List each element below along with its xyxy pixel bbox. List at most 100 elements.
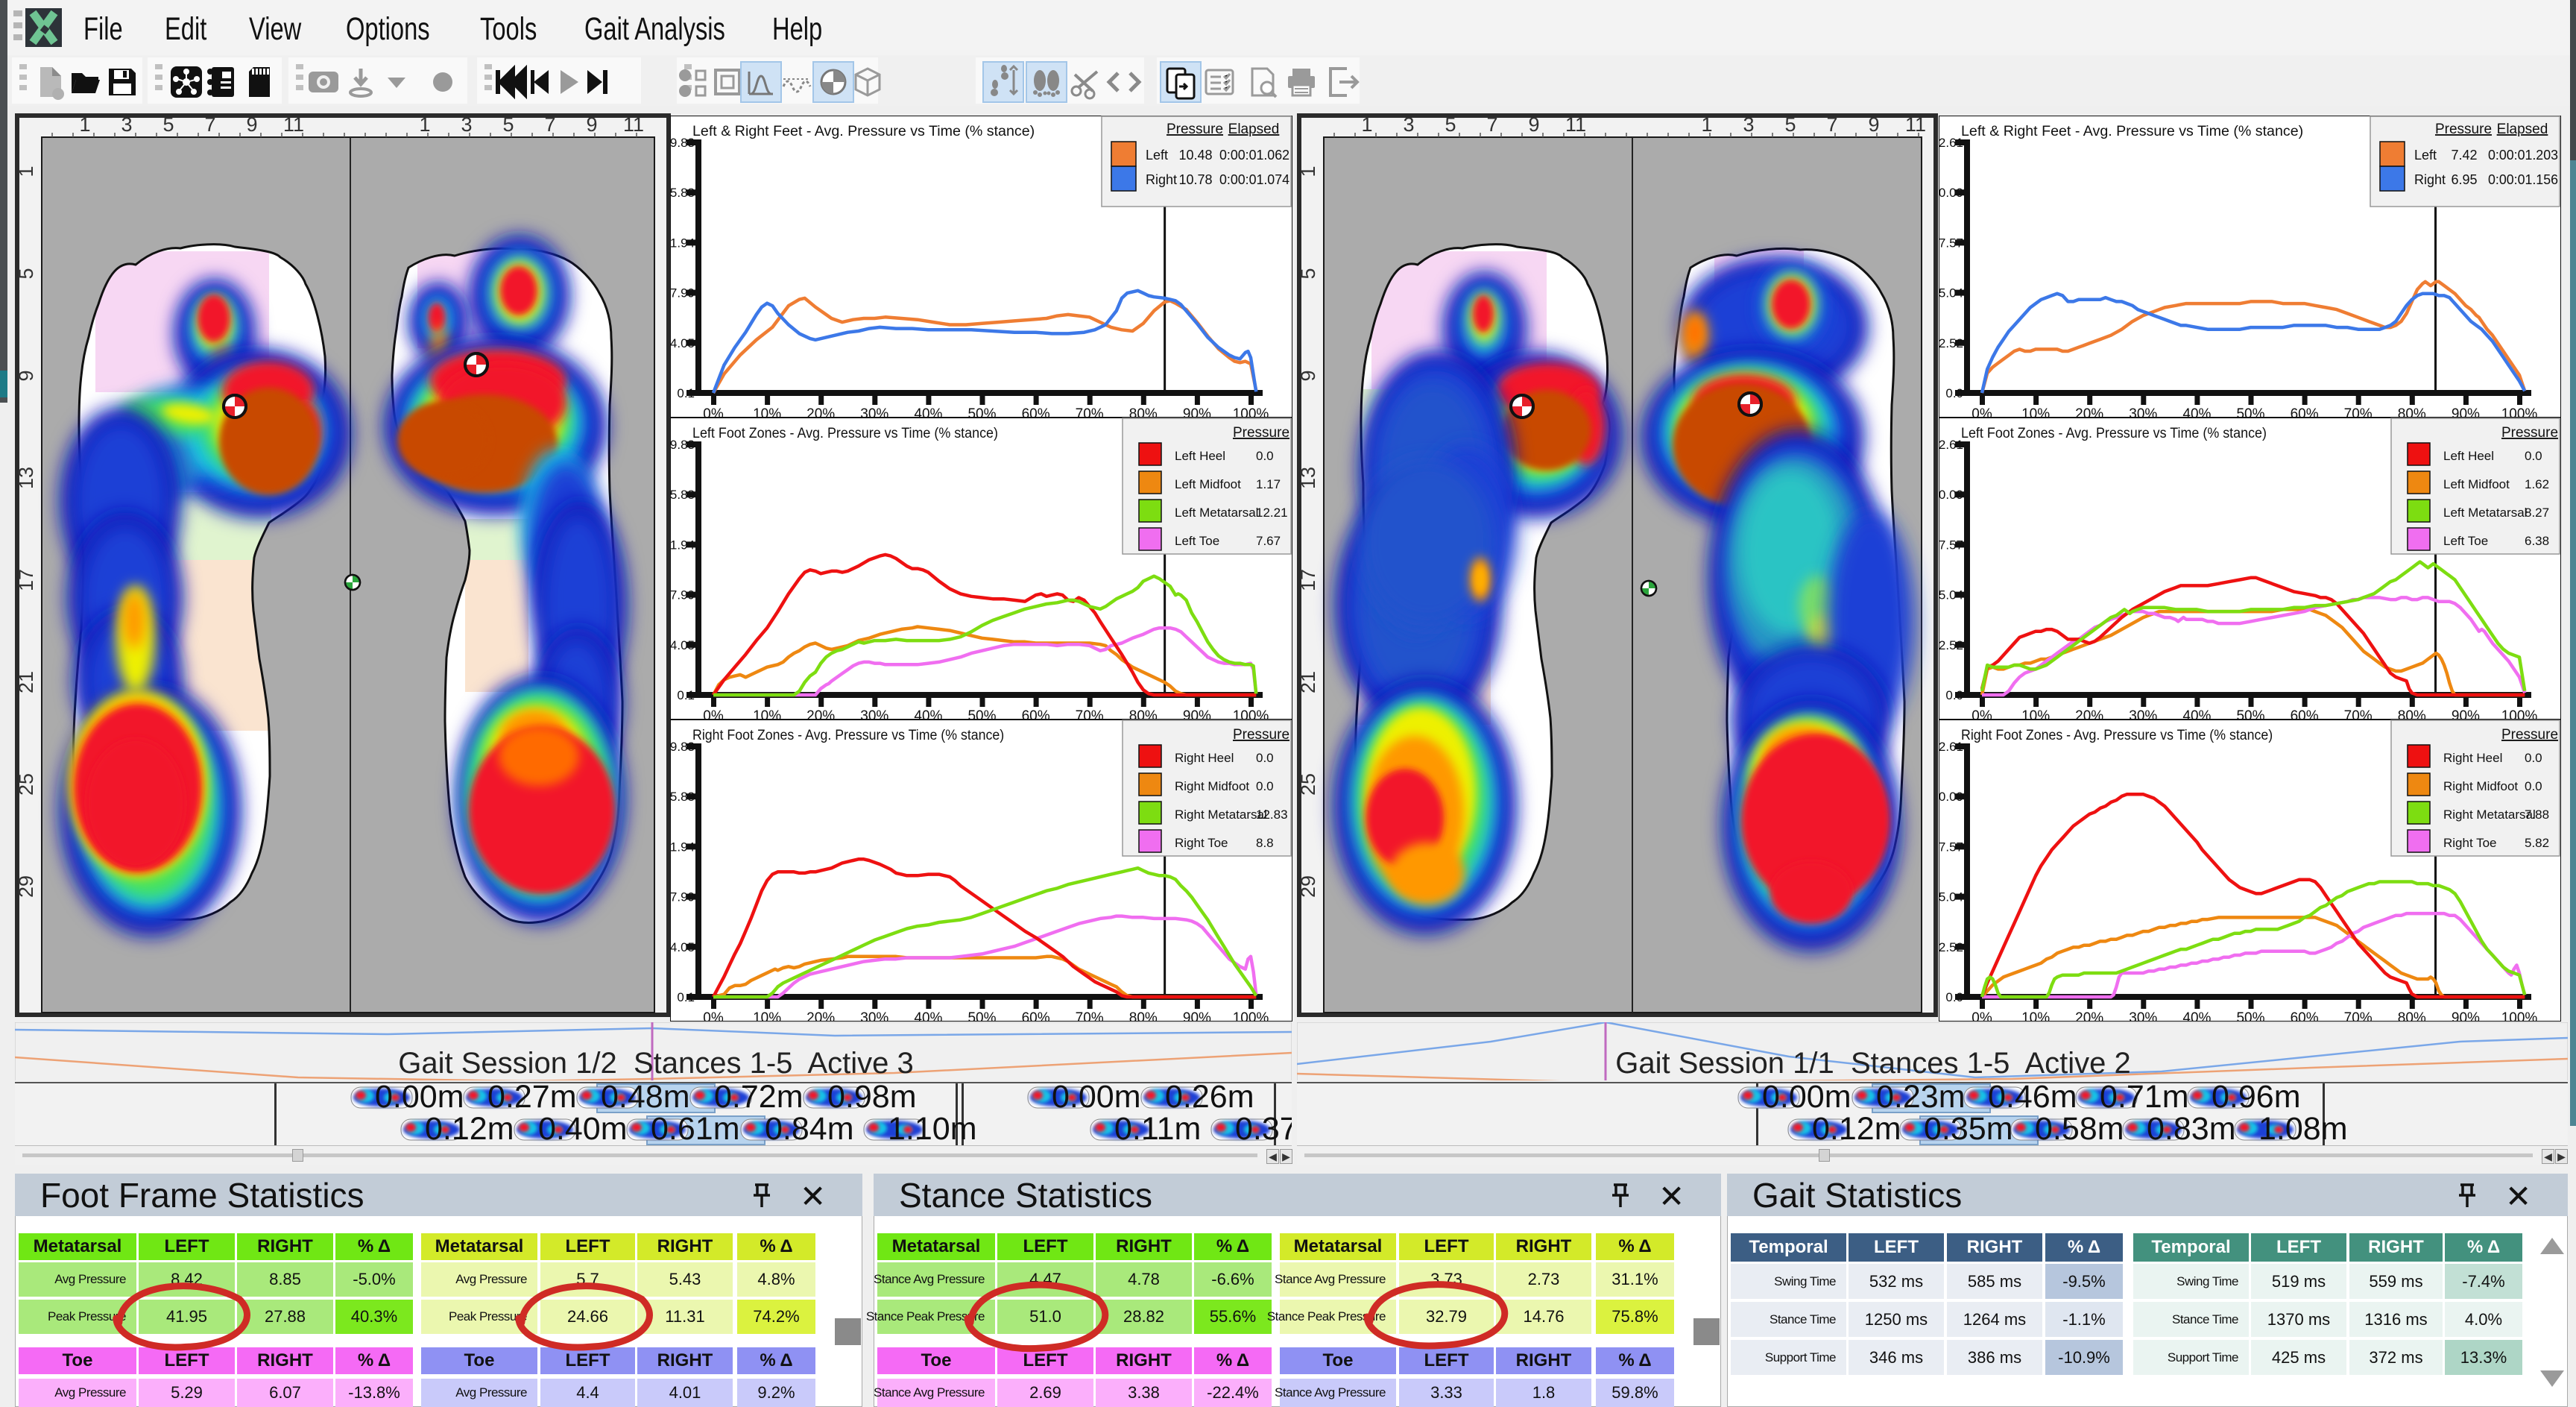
svg-text:5: 5 <box>502 113 514 136</box>
svg-text:Right Heel: Right Heel <box>2443 751 2502 765</box>
svg-text:Left Heel: Left Heel <box>2443 449 2494 463</box>
svg-text:10.09: 10.09 <box>1939 488 1963 502</box>
svg-text:Pressure: Pressure <box>2501 727 2558 743</box>
svg-text:Left & Right Feet - Avg. Press: Left & Right Feet - Avg. Pressure vs Tim… <box>1961 124 2303 139</box>
svg-text:7.42: 7.42 <box>2451 148 2477 163</box>
svg-text:0:00:01.156: 0:00:01.156 <box>2488 172 2558 187</box>
svg-text:40%: 40% <box>2182 1010 2211 1022</box>
svg-text:10.09: 10.09 <box>1939 790 1963 804</box>
svg-text:Right Metatarsal: Right Metatarsal <box>2443 808 2536 822</box>
svg-text:19.83: 19.83 <box>670 438 695 452</box>
svg-text:0.0: 0.0 <box>2525 751 2542 765</box>
svg-text:Pressure: Pressure <box>1167 122 1223 137</box>
svg-text:0.1: 0.1 <box>677 688 695 702</box>
svg-text:80%: 80% <box>1129 1010 1158 1022</box>
svg-text:0%: 0% <box>1972 708 1992 720</box>
svg-text:1.62: 1.62 <box>2525 477 2549 491</box>
svg-text:40%: 40% <box>914 406 942 418</box>
svg-text:100%: 100% <box>2501 1010 2538 1022</box>
svg-text:5.04: 5.04 <box>1939 588 1963 602</box>
svg-text:25: 25 <box>15 773 37 796</box>
svg-text:3: 3 <box>121 113 132 136</box>
svg-text:0.1: 0.1 <box>677 990 695 1004</box>
svg-text:7: 7 <box>1826 113 1837 136</box>
svg-text:4.05: 4.05 <box>670 638 695 652</box>
svg-text:7: 7 <box>544 113 555 136</box>
svg-text:60%: 60% <box>1022 1010 1050 1022</box>
svg-text:40%: 40% <box>914 1010 942 1022</box>
svg-text:7.99: 7.99 <box>670 890 695 904</box>
svg-text:70%: 70% <box>1076 708 1104 720</box>
svg-text:10.48: 10.48 <box>1178 148 1212 163</box>
svg-text:50%: 50% <box>2236 406 2264 418</box>
svg-text:5.04: 5.04 <box>1939 890 1963 904</box>
svg-text:50%: 50% <box>2236 1010 2264 1022</box>
svg-text:100%: 100% <box>1233 406 1269 418</box>
svg-text:17: 17 <box>1297 569 1319 591</box>
svg-text:90%: 90% <box>2452 406 2480 418</box>
svg-text:30%: 30% <box>860 1010 888 1022</box>
svg-text:15.88: 15.88 <box>670 488 695 502</box>
svg-text:60%: 60% <box>2291 708 2319 720</box>
svg-text:9: 9 <box>246 113 257 136</box>
svg-text:17: 17 <box>15 569 37 591</box>
svg-text:0:00:01.074: 0:00:01.074 <box>1219 172 1289 187</box>
svg-text:19.83: 19.83 <box>670 740 695 754</box>
svg-text:0%: 0% <box>703 406 724 418</box>
svg-text:50%: 50% <box>967 406 996 418</box>
svg-text:11: 11 <box>1565 113 1586 136</box>
svg-text:11: 11 <box>283 113 304 136</box>
svg-text:Right Toe: Right Toe <box>1175 836 1228 850</box>
svg-text:1: 1 <box>79 113 90 136</box>
svg-text:80%: 80% <box>1129 406 1158 418</box>
svg-text:5: 5 <box>1784 113 1796 136</box>
svg-text:40%: 40% <box>914 708 942 720</box>
svg-text:70%: 70% <box>1076 1010 1104 1022</box>
svg-text:9: 9 <box>1297 370 1319 381</box>
svg-text:11: 11 <box>1905 113 1926 136</box>
svg-text:Right Metatarsal: Right Metatarsal <box>1175 808 1267 822</box>
svg-text:10%: 10% <box>753 1010 781 1022</box>
svg-text:Right Heel: Right Heel <box>1175 751 1234 765</box>
svg-text:0%: 0% <box>1972 406 1992 418</box>
svg-text:1: 1 <box>15 166 37 177</box>
svg-text:7.99: 7.99 <box>670 588 695 602</box>
svg-text:2.52: 2.52 <box>1939 940 1963 954</box>
svg-text:50%: 50% <box>2236 708 2264 720</box>
svg-text:60%: 60% <box>1022 708 1050 720</box>
svg-text:Gait Session 1/2 Stances 1-5: Gait Session 1/2 Stances 1-5 Active 3 <box>398 1047 913 1080</box>
svg-text:1: 1 <box>1361 113 1372 136</box>
svg-text:7: 7 <box>1486 113 1497 136</box>
svg-text:Pressure: Pressure <box>1233 727 1289 743</box>
svg-text:30%: 30% <box>860 708 888 720</box>
svg-text:Left Toe: Left Toe <box>1175 534 1219 548</box>
svg-text:0.0: 0.0 <box>1945 990 1963 1004</box>
svg-text:0.0: 0.0 <box>1256 751 1274 765</box>
svg-text:10%: 10% <box>2021 708 2050 720</box>
svg-text:10%: 10% <box>753 406 781 418</box>
svg-text:4.05: 4.05 <box>670 940 695 954</box>
svg-text:20%: 20% <box>806 406 835 418</box>
svg-text:21: 21 <box>1297 671 1319 693</box>
svg-text:50%: 50% <box>967 1010 996 1022</box>
svg-text:0.1: 0.1 <box>677 386 695 400</box>
svg-text:13: 13 <box>15 467 37 489</box>
svg-text:7.57: 7.57 <box>1939 236 1963 250</box>
svg-text:0:00:01.062: 0:00:01.062 <box>1219 148 1289 163</box>
svg-text:100%: 100% <box>2501 406 2538 418</box>
svg-text:0.0: 0.0 <box>1256 449 1274 463</box>
svg-text:90%: 90% <box>2452 1010 2480 1022</box>
svg-text:1.17: 1.17 <box>1256 477 1281 491</box>
svg-text:60%: 60% <box>2291 406 2319 418</box>
svg-text:70%: 70% <box>2344 708 2373 720</box>
svg-text:Right: Right <box>1146 172 1177 187</box>
svg-text:Elapsed: Elapsed <box>2497 122 2548 137</box>
svg-text:7.88: 7.88 <box>2525 808 2549 822</box>
svg-text:Right Midfoot: Right Midfoot <box>1175 779 1249 793</box>
svg-text:Right Toe: Right Toe <box>2443 836 2497 850</box>
svg-text:40%: 40% <box>2182 406 2211 418</box>
svg-text:90%: 90% <box>1183 708 1211 720</box>
svg-text:15.88: 15.88 <box>670 790 695 804</box>
svg-text:40%: 40% <box>2182 708 2211 720</box>
svg-text:30%: 30% <box>860 406 888 418</box>
